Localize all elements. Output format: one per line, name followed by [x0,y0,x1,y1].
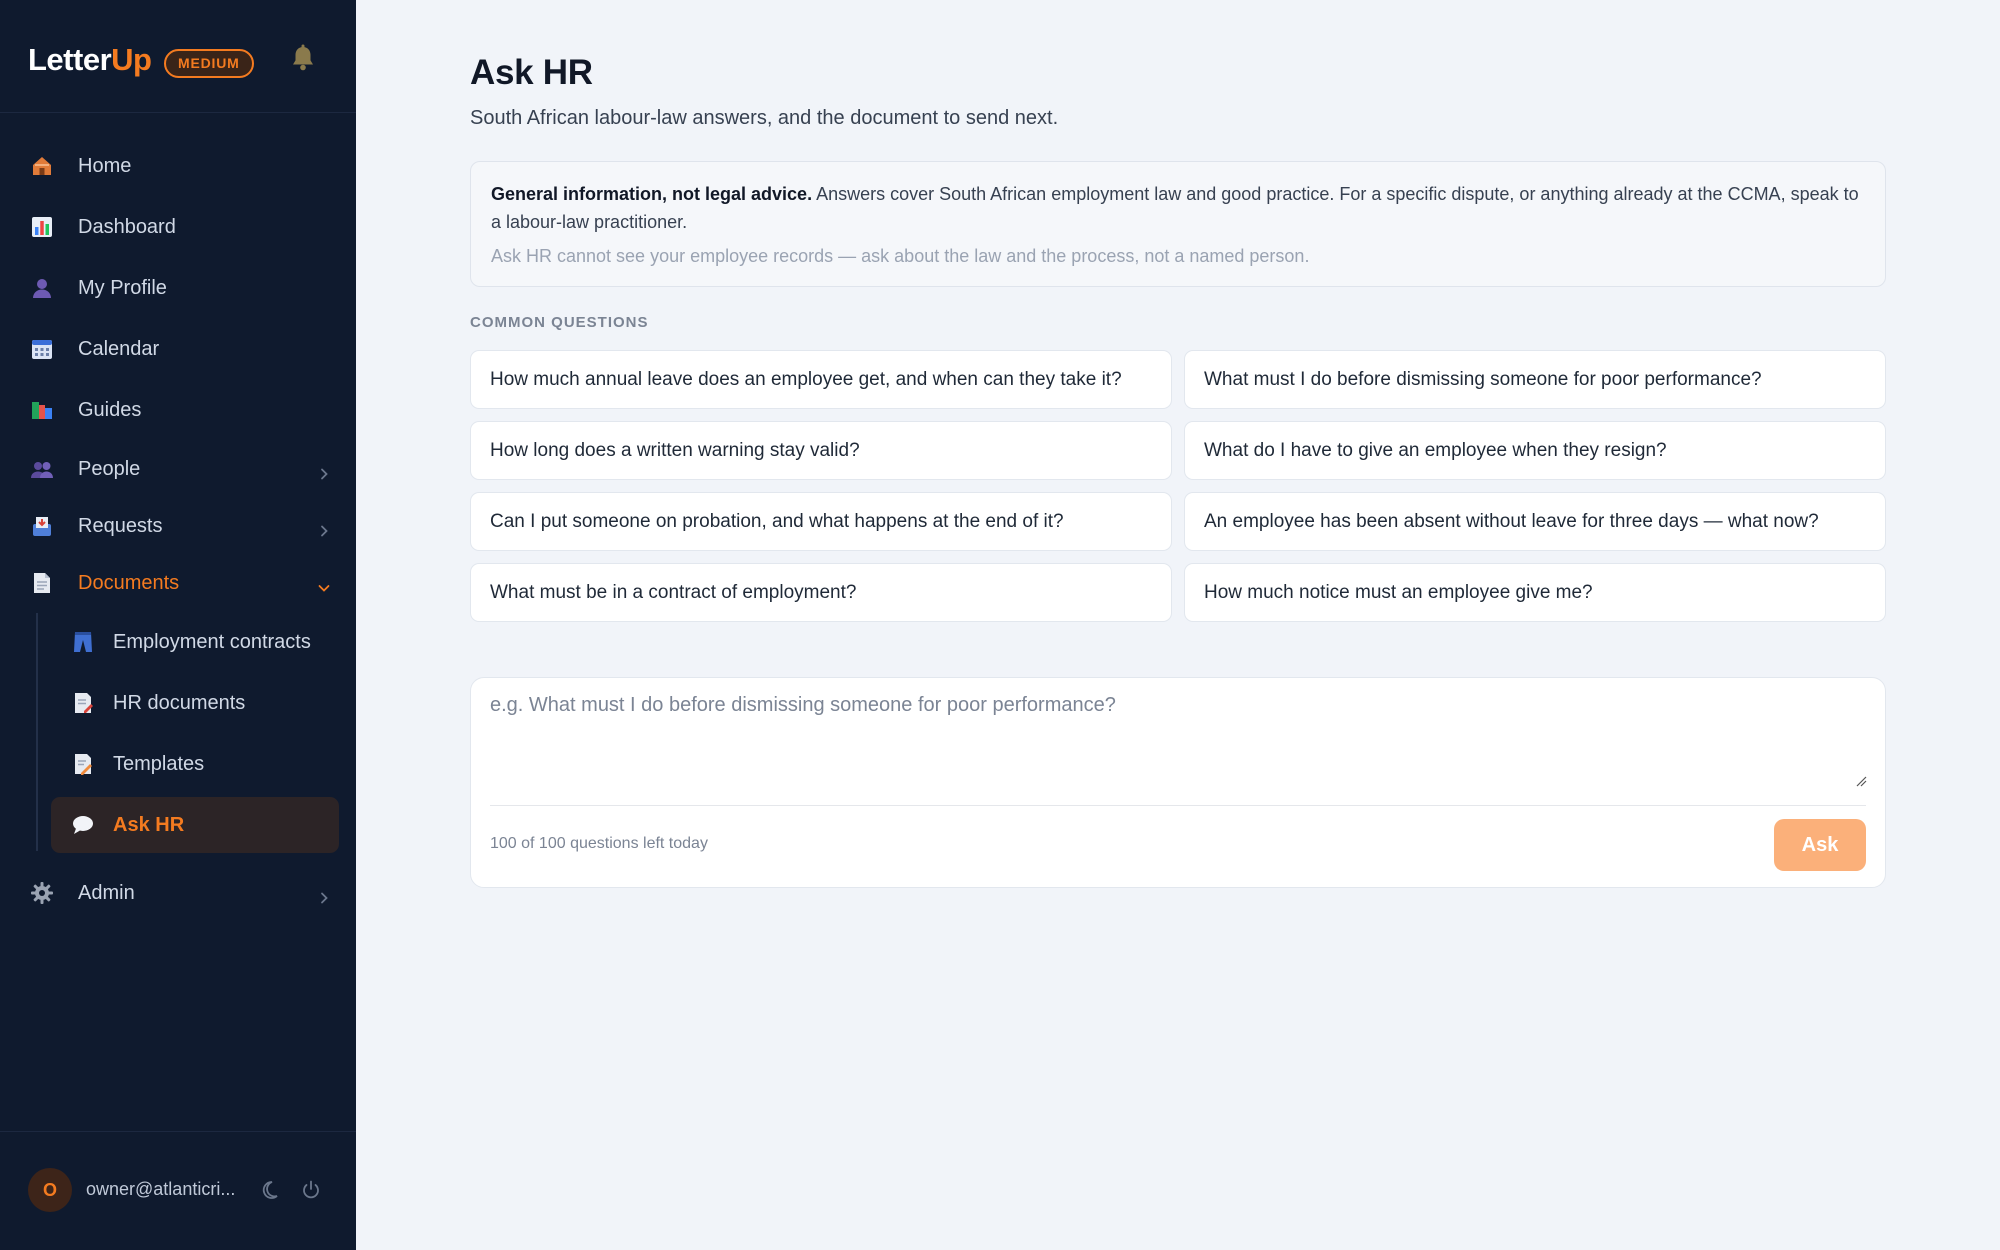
nav-people-label: People [78,457,141,480]
nav-dashboard-label: Dashboard [78,215,176,238]
nav-requests-label: Requests [78,514,163,537]
chevron-right-icon [318,463,330,480]
nav-ask-hr-label: Ask HR [113,813,185,836]
memo-icon [71,752,95,776]
nav-templates[interactable]: Templates [51,736,339,792]
chevron-right-icon [318,887,330,904]
people-icon [30,457,54,481]
common-questions-label: COMMON QUESTIONS [470,314,649,331]
notice-text: General information, not legal advice. A… [491,180,1865,236]
sidebar: LetterUp MEDIUM Home Dashboard My Profil… [0,0,356,1250]
user-silhouette-icon [30,276,54,300]
user-email: owner@atlanticri... [86,1179,236,1199]
question-chip[interactable]: What must be in a contract of employment… [470,563,1172,622]
questions-quota: 100 of 100 questions left today [490,835,708,852]
nav-admin-label: Admin [78,881,135,904]
plan-badge: MEDIUM [164,49,254,78]
nav-my-profile-label: My Profile [78,276,167,299]
question-chip[interactable]: What do I have to give an employee when … [1184,421,1886,480]
nav-guides[interactable]: Guides [30,386,330,434]
page-subtitle: South African labour-law answers, and th… [470,107,1059,129]
nav-calendar[interactable]: Calendar [30,325,330,373]
books-icon [30,398,54,422]
nav-my-profile[interactable]: My Profile [30,264,330,312]
nav-calendar-label: Calendar [78,337,160,360]
nav-templates-label: Templates [113,752,205,775]
resize-handle-icon[interactable] [1855,774,1867,787]
avatar[interactable]: O [28,1168,72,1212]
common-questions-grid: How much annual leave does an employee g… [470,350,1886,622]
ask-divider [490,805,1866,806]
nav-hr-documents[interactable]: HR documents [51,675,339,731]
page-title: Ask HR [470,53,593,92]
nav-home[interactable]: Home [30,142,330,190]
nav-documents[interactable]: Documents [30,559,330,607]
nav-people[interactable]: People [30,445,330,493]
nav-guides-label: Guides [78,398,142,421]
legal-notice: General information, not legal advice. A… [470,161,1886,287]
ask-panel: 100 of 100 questions left today Ask [470,677,1886,888]
question-chip[interactable]: Can I put someone on probation, and what… [470,492,1172,551]
notice-muted: Ask HR cannot see your employee records … [491,246,1310,266]
question-chip[interactable]: What must I do before dismissing someone… [1184,350,1886,409]
question-chip[interactable]: How much notice must an employee give me… [1184,563,1886,622]
calendar-icon [30,337,54,361]
chevron-right-icon [318,520,330,537]
document-icon [30,571,54,595]
question-input[interactable] [490,694,1866,804]
nav-employment-contracts[interactable]: Employment contracts [51,614,339,670]
nav-dashboard[interactable]: Dashboard [30,203,330,251]
question-chip[interactable]: How long does a written warning stay val… [470,421,1172,480]
jeans-icon [71,630,95,654]
inbox-tray-icon [30,514,54,538]
question-chip[interactable]: How much annual leave does an employee g… [470,350,1172,409]
document-pen-icon [71,691,95,715]
submenu-rail [36,613,38,851]
notice-bold: General information, not legal advice. [491,184,813,204]
nav-home-label: Home [78,154,132,177]
main-content: Ask HR South African labour-law answers,… [356,0,2000,1250]
sidebar-header: LetterUp MEDIUM [0,0,356,113]
notifications-bell-icon[interactable] [290,44,316,72]
nav-admin[interactable]: Admin [30,869,330,917]
brand-name-up: Up [111,42,152,77]
nav-employment-contracts-label: Employment contracts [113,630,311,653]
ask-button[interactable]: Ask [1774,819,1866,871]
chevron-down-icon [318,577,330,592]
brand-logo[interactable]: LetterUp [28,42,152,78]
question-chip[interactable]: An employee has been absent without leav… [1184,492,1886,551]
nav-documents-label: Documents [78,571,180,594]
gear-icon [30,881,54,905]
brand-name-letter: Letter [28,42,112,77]
nav-requests[interactable]: Requests [30,502,330,550]
dark-mode-moon-icon[interactable] [258,1179,280,1201]
bar-chart-icon [30,215,54,239]
house-icon [30,154,54,178]
power-logout-icon[interactable] [300,1179,322,1201]
nav-hr-documents-label: HR documents [113,691,246,714]
nav-ask-hr[interactable]: Ask HR [51,797,339,853]
speech-bubble-icon [71,813,95,837]
sidebar-footer: O owner@atlanticri... [0,1131,356,1250]
